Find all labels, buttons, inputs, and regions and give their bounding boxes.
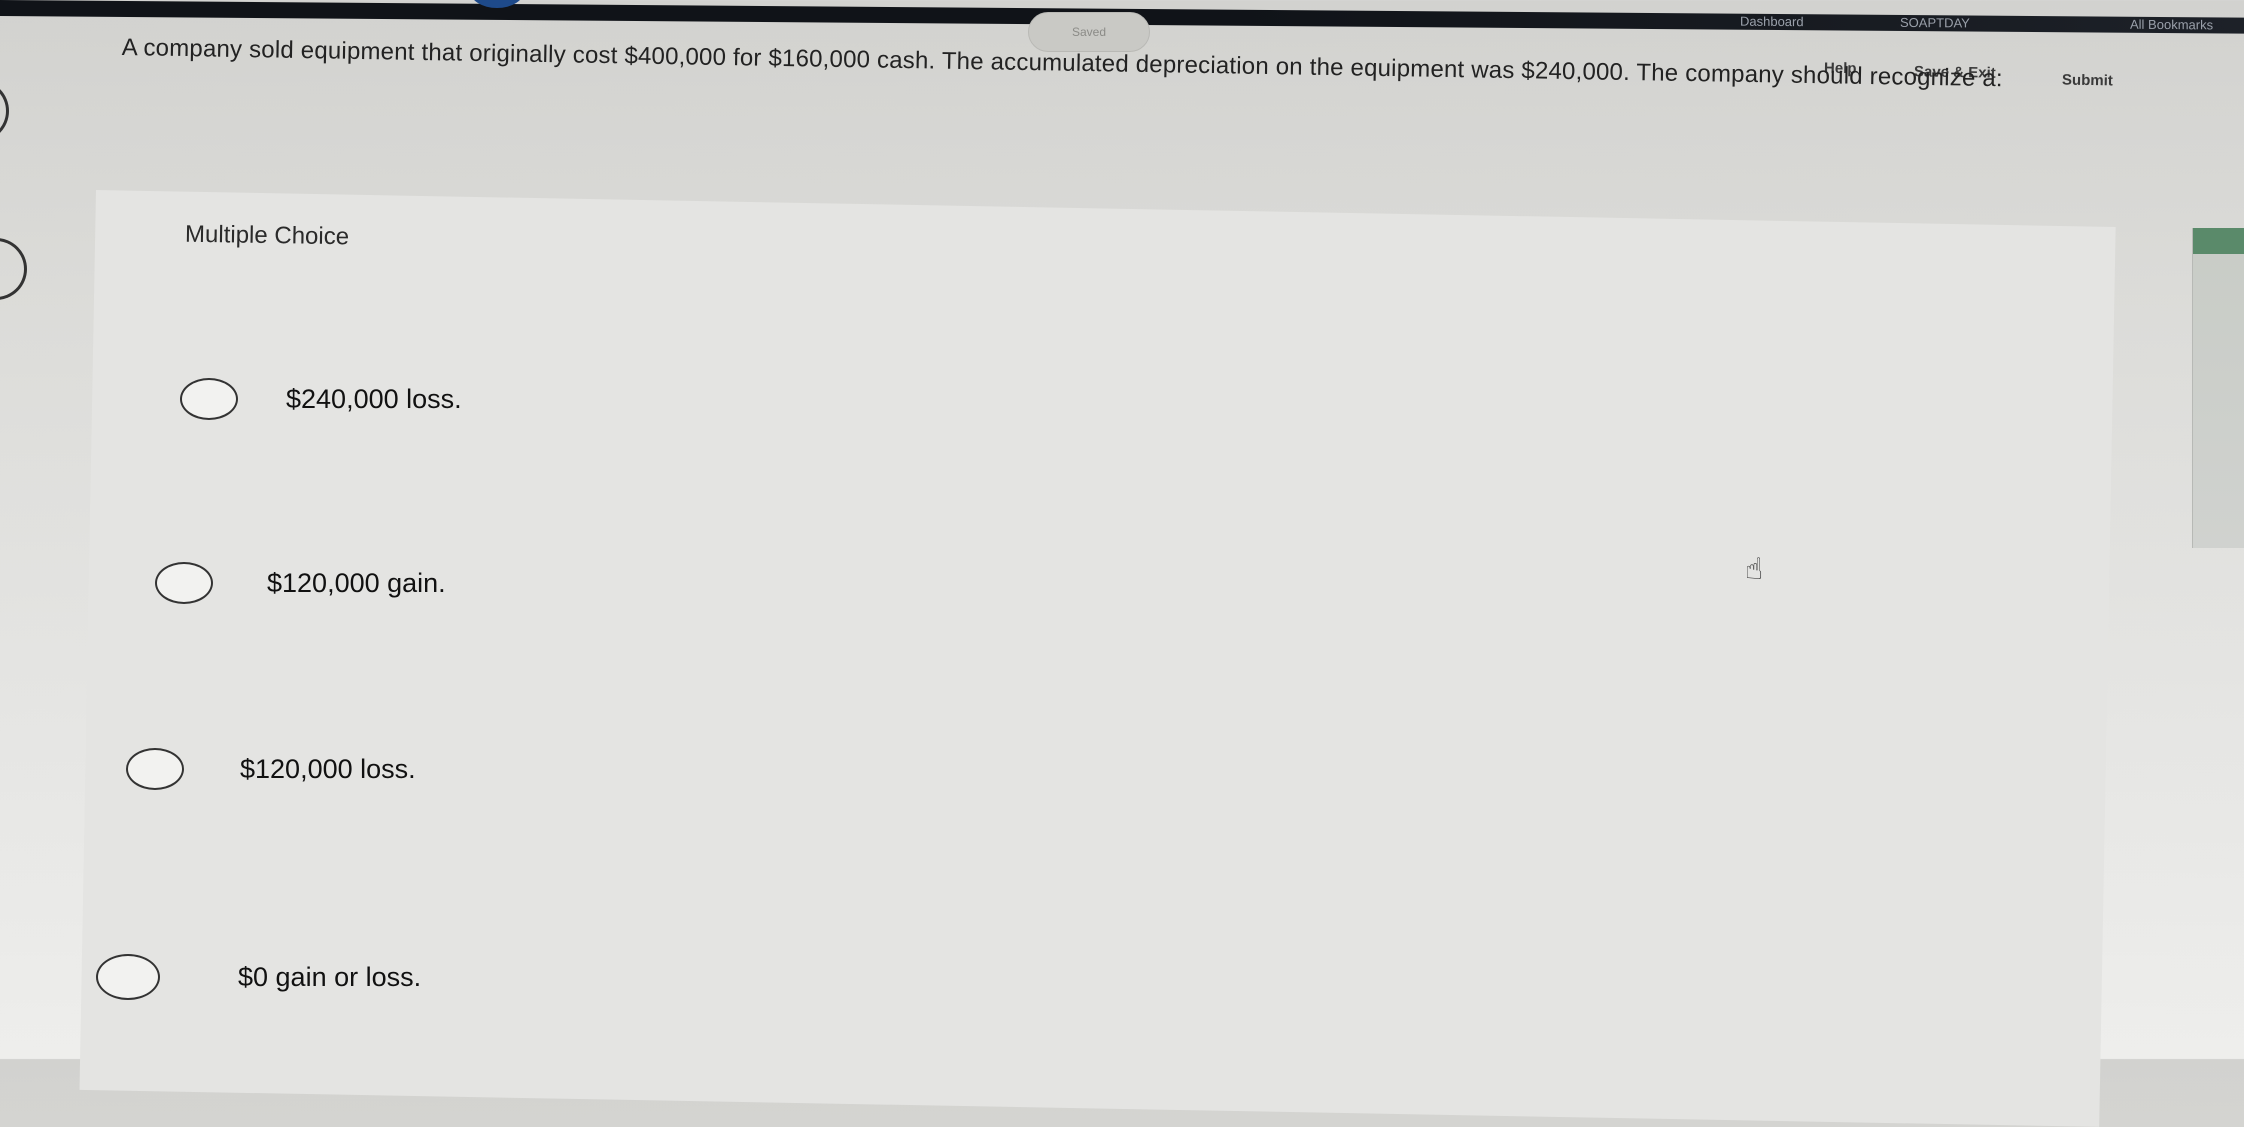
choice-label[interactable]: $120,000 gain. bbox=[267, 568, 446, 599]
radio-circle-icon[interactable] bbox=[155, 562, 213, 604]
bookmark-all-bookmarks[interactable]: All Bookmarks bbox=[2130, 17, 2213, 33]
question-type-heading: Multiple Choice bbox=[184, 220, 350, 251]
submit-button[interactable]: Submit bbox=[2062, 72, 2113, 90]
radio-circle-icon[interactable] bbox=[96, 954, 160, 1000]
choice-label[interactable]: $0 gain or loss. bbox=[238, 962, 421, 993]
choice-option-a[interactable]: $240,000 loss. bbox=[180, 378, 462, 420]
radio-circle-icon[interactable] bbox=[126, 748, 184, 790]
right-side-panel-tab[interactable] bbox=[2192, 228, 2244, 548]
choice-label[interactable]: $240,000 loss. bbox=[286, 384, 462, 415]
nav-tab-icon[interactable] bbox=[0, 238, 27, 300]
side-tab-indicator bbox=[2193, 228, 2244, 254]
bookmark-dashboard[interactable]: Dashboard bbox=[1740, 14, 1804, 29]
choice-label[interactable]: $120,000 loss. bbox=[240, 754, 416, 785]
choice-option-c[interactable]: $120,000 loss. bbox=[126, 748, 416, 790]
radio-circle-icon[interactable] bbox=[180, 378, 238, 420]
choice-option-d[interactable]: $0 gain or loss. bbox=[96, 954, 421, 1000]
choice-option-b[interactable]: $120,000 gain. bbox=[155, 562, 446, 604]
prev-arrow-icon[interactable] bbox=[0, 80, 9, 142]
bookmark-soaptday[interactable]: SOAPTDAY bbox=[1900, 15, 1970, 31]
hand-pointer-icon: ☝ bbox=[1745, 553, 1764, 586]
